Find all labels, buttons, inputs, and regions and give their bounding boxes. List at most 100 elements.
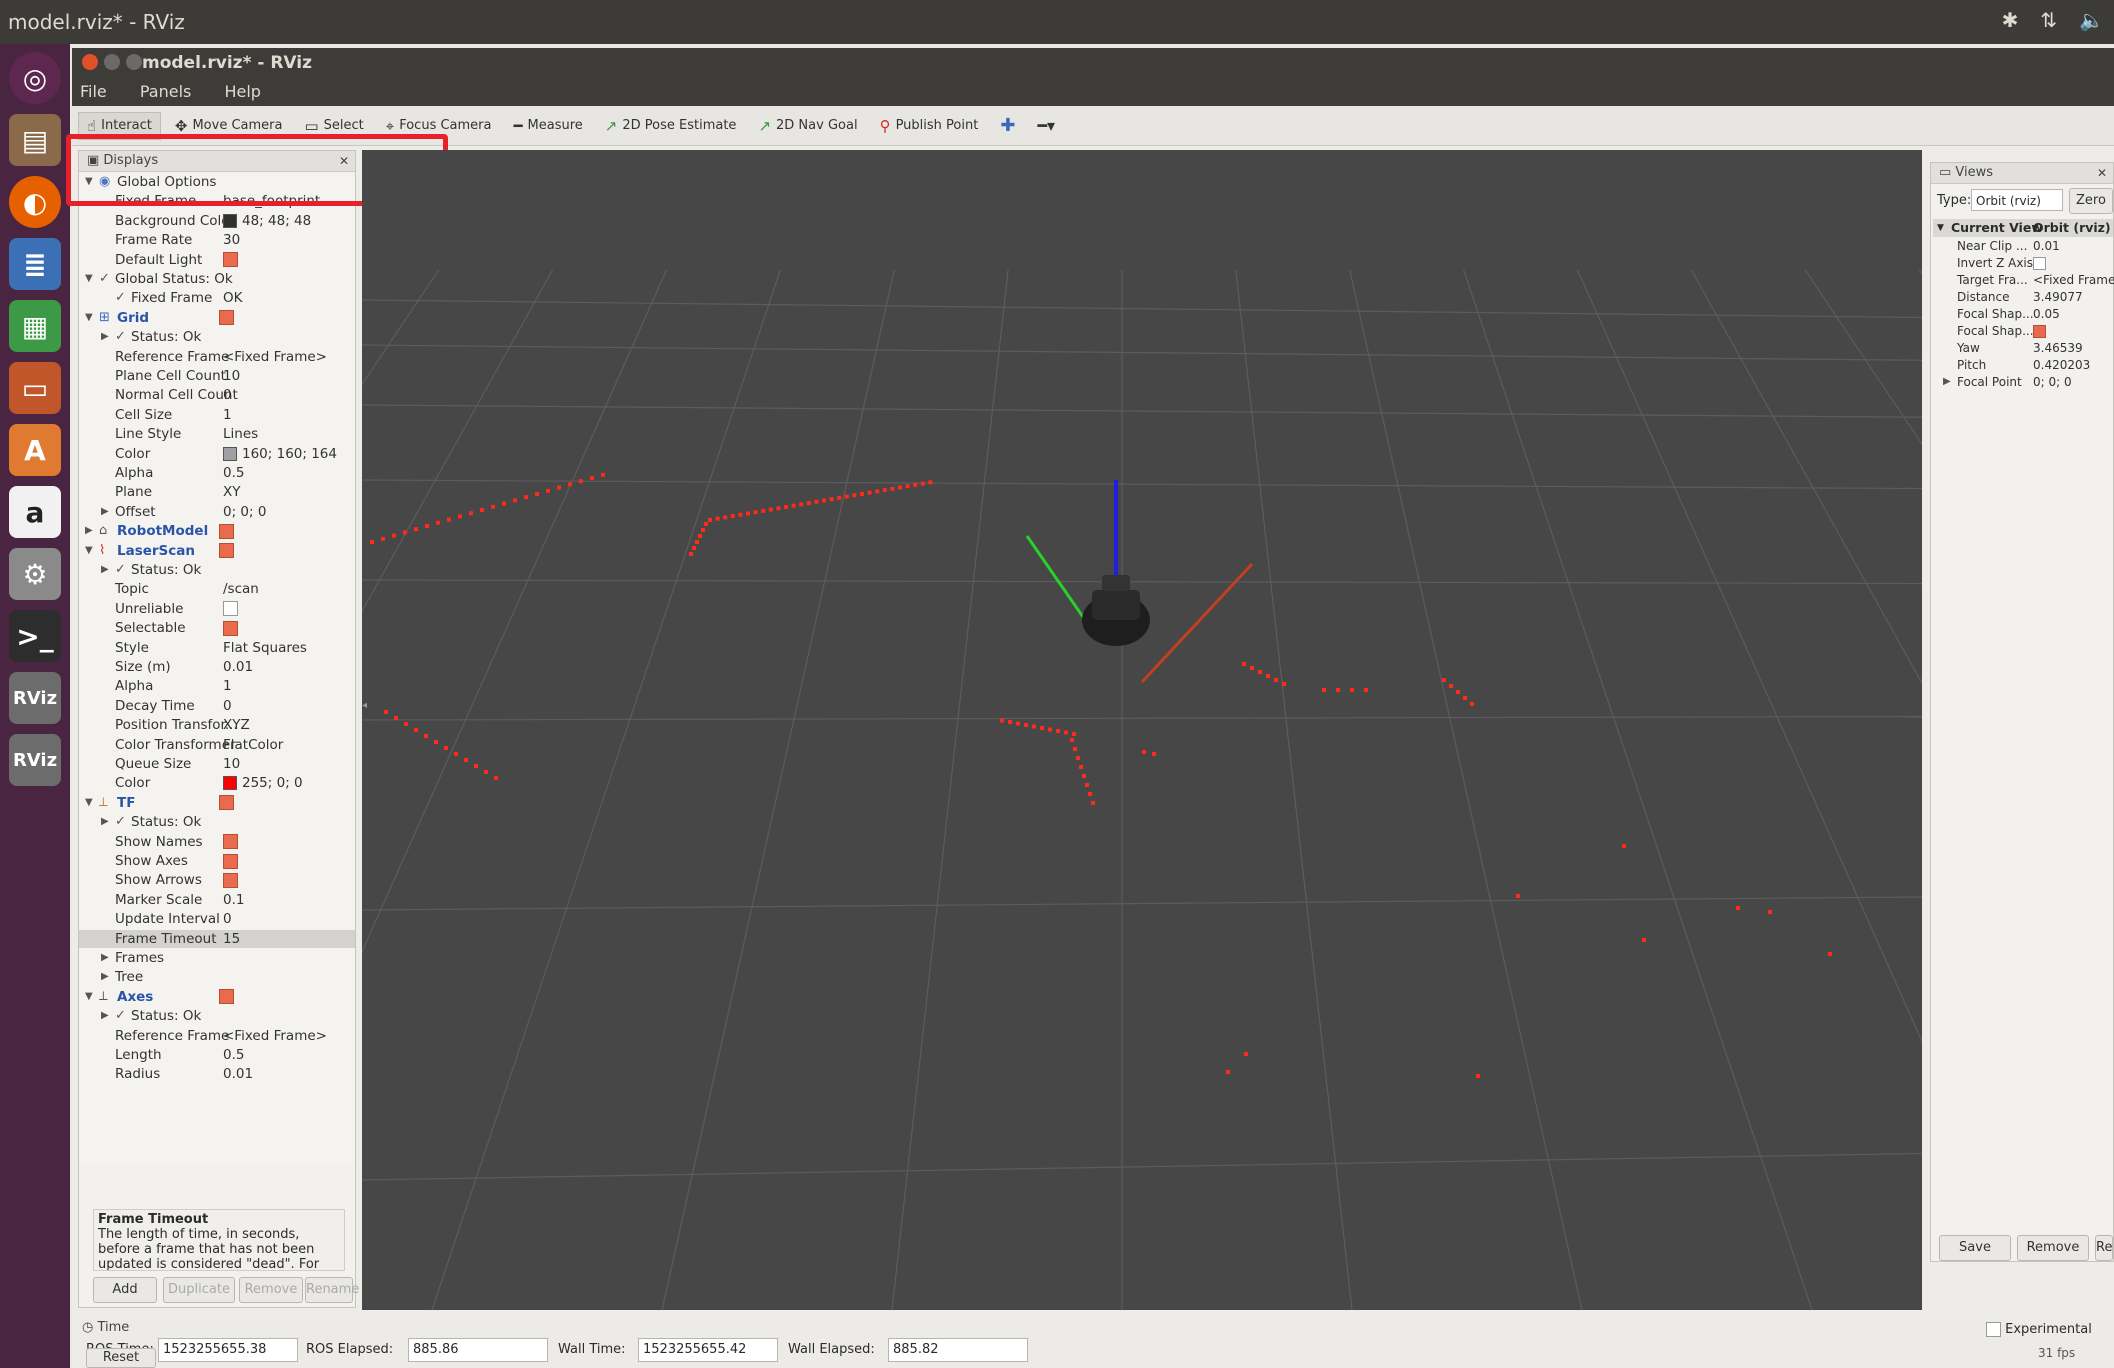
display-row[interactable]: Background Color 48; 48; 48: [79, 212, 355, 230]
network-icon[interactable]: ⇅: [2040, 8, 2057, 32]
collapse-arrow-icon[interactable]: ▼: [85, 270, 93, 288]
add-display-button[interactable]: Add: [93, 1277, 157, 1303]
display-row[interactable]: ▶ Offset 0; 0; 0: [79, 503, 355, 521]
display-row[interactable]: Marker Scale 0.1: [79, 891, 355, 909]
rviz-icon[interactable]: RViz: [9, 672, 61, 724]
duplicate-display-button[interactable]: Duplicate: [163, 1277, 235, 1303]
view-property-value[interactable]: 0.01: [2033, 237, 2060, 255]
display-row[interactable]: Unreliable: [79, 600, 355, 618]
close-window-button[interactable]: [82, 54, 98, 70]
experimental-toggle[interactable]: Experimental: [1986, 1322, 2092, 1337]
menu-file[interactable]: File: [80, 82, 107, 101]
display-row[interactable]: Plane Cell Count 10: [79, 367, 355, 385]
property-value[interactable]: 1: [223, 677, 232, 695]
property-value[interactable]: 30: [223, 231, 240, 249]
render-canvas[interactable]: [0, 150, 2114, 1311]
display-row[interactable]: Plane XY: [79, 483, 355, 501]
measure-tool[interactable]: ━ Measure: [506, 113, 591, 139]
display-row[interactable]: ▶ Frames: [79, 949, 355, 967]
view-property-row[interactable]: Yaw 3.46539: [1933, 339, 2113, 357]
view-property-value[interactable]: 0.05: [2033, 305, 2060, 323]
view-type-select[interactable]: Orbit (rviz): [1971, 189, 2063, 211]
property-checkbox[interactable]: [223, 600, 238, 618]
view-property-row[interactable]: Focal Shap...: [1933, 322, 2113, 340]
collapse-arrow-icon[interactable]: ▼: [85, 542, 93, 560]
remove-tool-button[interactable]: ━▾: [1029, 112, 1063, 139]
view-property-row[interactable]: Invert Z Axis: [1933, 254, 2113, 272]
display-row[interactable]: Show Names: [79, 833, 355, 851]
property-value[interactable]: 255; 0; 0: [223, 774, 303, 792]
property-value[interactable]: <Fixed Frame>: [223, 348, 327, 366]
expand-arrow-icon[interactable]: ▶: [1943, 373, 1951, 391]
reset-button[interactable]: Reset: [86, 1348, 156, 1368]
files-icon[interactable]: ▤: [9, 114, 61, 166]
view-property-value[interactable]: 3.49077: [2033, 288, 2083, 306]
calc-icon[interactable]: ▦: [9, 300, 61, 352]
display-row[interactable]: Position Transfor... XYZ: [79, 716, 355, 734]
display-row[interactable]: Reference Frame <Fixed Frame>: [79, 1027, 355, 1045]
display-row[interactable]: ✓ Fixed Frame OK: [79, 289, 355, 307]
collapse-left-icon[interactable]: ◂: [362, 700, 367, 711]
property-value[interactable]: 0; 0; 0: [223, 503, 266, 521]
display-row[interactable]: Alpha 0.5: [79, 464, 355, 482]
expand-arrow-icon[interactable]: ▶: [101, 328, 109, 346]
amazon-icon[interactable]: a: [9, 486, 61, 538]
expand-arrow-icon[interactable]: ▶: [101, 968, 109, 986]
display-row[interactable]: Queue Size 10: [79, 755, 355, 773]
remove-view-button[interactable]: Remove: [2017, 1235, 2089, 1261]
display-row[interactable]: ▶ ✓ Status: Ok: [79, 561, 355, 579]
collapse-arrow-icon[interactable]: ▼: [85, 794, 93, 812]
view-property-row[interactable]: Distance 3.49077: [1933, 288, 2113, 306]
terminal-icon[interactable]: >_: [9, 610, 61, 662]
property-value[interactable]: 10: [223, 755, 240, 773]
view-property-value[interactable]: 3.46539: [2033, 339, 2083, 357]
property-checkbox[interactable]: [219, 542, 234, 560]
property-value[interactable]: 0.5: [223, 464, 244, 482]
bluetooth-icon[interactable]: ✱: [2002, 8, 2019, 32]
property-checkbox[interactable]: [219, 522, 234, 540]
display-row[interactable]: Color 160; 160; 164: [79, 445, 355, 463]
menu-help[interactable]: Help: [224, 82, 260, 101]
zero-button[interactable]: Zero: [2069, 188, 2113, 214]
property-value[interactable]: 0: [223, 697, 232, 715]
display-row[interactable]: ▼ ✓ Global Status: Ok: [79, 270, 355, 288]
property-value[interactable]: XYZ: [223, 716, 250, 734]
view-property-value[interactable]: 0; 0; 0: [2033, 373, 2072, 391]
property-value[interactable]: 0: [223, 386, 232, 404]
add-tool-button[interactable]: ✚: [992, 111, 1023, 140]
display-row[interactable]: Style Flat Squares: [79, 639, 355, 657]
property-value[interactable]: 0.01: [223, 1065, 253, 1083]
display-row[interactable]: ▼ ⊞ Grid: [79, 309, 355, 327]
ros-time-field[interactable]: 1523255655.38: [158, 1338, 298, 1362]
display-row[interactable]: Frame Rate 30: [79, 231, 355, 249]
property-value[interactable]: 1: [223, 406, 232, 424]
property-checkbox[interactable]: [219, 988, 234, 1006]
collapse-arrow-icon[interactable]: ▼: [85, 988, 93, 1006]
view-property-row[interactable]: Focal Shap... 0.05: [1933, 305, 2113, 323]
collapse-arrow-icon[interactable]: ▼: [85, 309, 93, 327]
remove-display-button[interactable]: Remove: [239, 1277, 303, 1303]
property-value[interactable]: <Fixed Frame>: [223, 1027, 327, 1045]
experimental-checkbox[interactable]: [1986, 1322, 2001, 1337]
rename-display-button[interactable]: Rename: [305, 1277, 359, 1303]
display-row[interactable]: ▶ ✓ Status: Ok: [79, 1007, 355, 1025]
property-checkbox[interactable]: [223, 251, 238, 269]
property-value[interactable]: Lines: [223, 425, 258, 443]
display-row[interactable]: Frame Timeout 15: [79, 929, 355, 948]
wall-elapsed-field[interactable]: 885.82: [888, 1338, 1028, 1362]
expand-arrow-icon[interactable]: ▶: [85, 522, 93, 540]
software-center-icon[interactable]: A: [9, 424, 61, 476]
writer-icon[interactable]: ≣: [9, 238, 61, 290]
property-checkbox[interactable]: [223, 619, 238, 637]
property-checkbox[interactable]: [223, 833, 238, 851]
display-row[interactable]: Default Light: [79, 251, 355, 269]
expand-arrow-icon[interactable]: ▶: [101, 561, 109, 579]
display-row[interactable]: Line Style Lines: [79, 425, 355, 443]
property-value[interactable]: 0.5: [223, 1046, 244, 1064]
property-value[interactable]: FlatColor: [223, 736, 283, 754]
view-property-row[interactable]: Near Clip ... 0.01: [1933, 237, 2113, 255]
property-value[interactable]: 10: [223, 367, 240, 385]
display-row[interactable]: Show Arrows: [79, 871, 355, 889]
view-property-value[interactable]: 0.420203: [2033, 356, 2090, 374]
view-property-row[interactable]: Target Fra... <Fixed Frame>: [1933, 271, 2114, 289]
